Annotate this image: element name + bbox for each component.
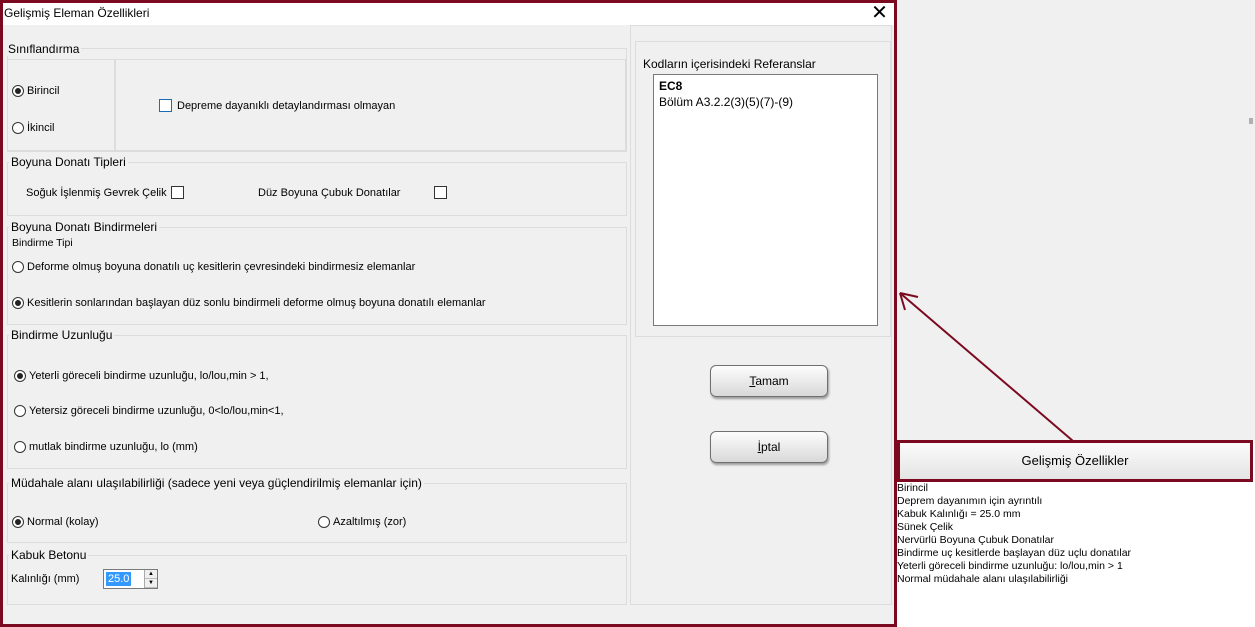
- accessibility-title: Müdahale alanı ulaşılabilirliği (sadece …: [9, 476, 424, 490]
- summary-line: Deprem dayanımın için ayrıntılı: [897, 495, 1043, 507]
- reference-section: Bölüm A3.2.2(3)(5)(7)-(9): [659, 95, 794, 109]
- radio-absolute-length[interactable]: mutlak bindirme uzunluğu, lo (mm): [14, 441, 198, 453]
- summary-line: Kabuk Kalınlığı = 25.0 mm: [897, 508, 1021, 520]
- radio-secondary-indicator[interactable]: [12, 122, 24, 134]
- summary-line: Yeterli göreceli bindirme uzunluğu: lo/l…: [897, 560, 1123, 572]
- radio-sufficient-length[interactable]: Yeterli göreceli bindirme uzunluğu, lo/l…: [14, 370, 269, 382]
- radio-splice-none[interactable]: Deforme olmuş boyuna donatılı uç kesitle…: [12, 261, 415, 273]
- radio-splice-straight[interactable]: Kesitlerin sonlarından başlayan düz sonl…: [12, 297, 486, 309]
- summary-line: Nervürlü Boyuna Çubuk Donatılar: [897, 534, 1054, 546]
- classification-title: Sınıflandırma: [6, 42, 82, 56]
- advanced-properties-panel: Gelişmiş Özellikler Birincil Deprem daya…: [897, 440, 1255, 627]
- reference-code: EC8: [659, 79, 683, 93]
- cold-worked-steel-label: Soğuk İşlenmiş Gevrek Çelik: [26, 187, 167, 199]
- cancel-button[interactable]: İptal: [710, 431, 828, 463]
- plain-bars-checkbox[interactable]: [434, 186, 447, 199]
- advanced-element-properties-dialog: Gelişmiş Eleman Özellikleri ✕ Sınıflandı…: [0, 0, 897, 627]
- cold-worked-steel-checkbox[interactable]: [171, 186, 184, 199]
- rebar-types-title: Boyuna Donatı Tipleri: [9, 155, 128, 169]
- radio-secondary-label: İkincil: [27, 122, 55, 134]
- summary-line: Sünek Çelik: [897, 521, 954, 533]
- dialog-titlebar: Gelişmiş Eleman Özellikleri ✕: [3, 3, 894, 25]
- close-button[interactable]: ✕: [865, 3, 894, 25]
- radio-absolute-length-label: mutlak bindirme uzunluğu, lo (mm): [29, 441, 198, 453]
- advanced-properties-summary: Birincil Deprem dayanımın için ayrıntılı…: [897, 482, 1253, 586]
- radio-access-normal-indicator[interactable]: [12, 516, 24, 528]
- non-seismic-detailing-checkbox[interactable]: [159, 99, 172, 112]
- radio-splice-none-label: Deforme olmuş boyuna donatılı uç kesitle…: [27, 261, 416, 273]
- radio-access-reduced-indicator[interactable]: [318, 516, 330, 528]
- references-listbox[interactable]: EC8 Bölüm A3.2.2(3)(5)(7)-(9): [653, 74, 878, 326]
- cover-title: Kabuk Betonu: [9, 548, 89, 562]
- cover-group: [7, 555, 627, 605]
- non-seismic-detailing-label: Depreme dayanıklı detaylandırması olmaya…: [177, 100, 396, 112]
- lap-length-title: Bindirme Uzunluğu: [9, 328, 115, 342]
- ok-button[interactable]: Tamam: [710, 365, 828, 397]
- radio-primary-indicator[interactable]: [12, 85, 24, 97]
- radio-sufficient-length-label: Yeterli göreceli bindirme uzunluğu, lo/l…: [29, 370, 269, 382]
- radio-primary-label: Birincil: [27, 85, 60, 97]
- radio-access-normal[interactable]: Normal (kolay): [12, 516, 99, 528]
- radio-access-reduced-label: Azaltılmış (zor): [333, 516, 407, 528]
- summary-line: Birincil: [897, 482, 928, 494]
- radio-insufficient-length-indicator[interactable]: [14, 405, 26, 417]
- splice-type-subtitle: Bindirme Tipi: [12, 237, 73, 249]
- radio-insufficient-length[interactable]: Yetersiz göreceli bindirme uzunluğu, 0<l…: [14, 405, 284, 417]
- radio-splice-straight-label: Kesitlerin sonlarından başlayan düz sonl…: [27, 297, 486, 309]
- radio-splice-straight-indicator[interactable]: [12, 297, 24, 309]
- radio-primary[interactable]: Birincil: [12, 85, 59, 97]
- lap-splices-title: Boyuna Donatı Bindirmeleri: [9, 220, 160, 234]
- radio-absolute-length-indicator[interactable]: [14, 441, 26, 453]
- summary-line: Bindirme uç kesitlerde başlayan düz uçlu…: [897, 547, 1132, 559]
- radio-access-reduced[interactable]: Azaltılmış (zor): [318, 516, 406, 528]
- radio-access-normal-label: Normal (kolay): [27, 516, 99, 528]
- summary-line: Normal müdahale alanı ulaşılabilirliği: [897, 573, 1068, 585]
- dialog-title: Gelişmiş Eleman Özellikleri: [4, 6, 150, 20]
- cover-thickness-stepper[interactable]: 25.0 ▲ ▼: [103, 569, 158, 589]
- plain-bars-label: Düz Boyuna Çubuk Donatılar: [258, 187, 401, 199]
- ok-button-label: amam: [755, 374, 789, 388]
- radio-insufficient-length-label: Yetersiz göreceli bindirme uzunluğu, 0<l…: [29, 405, 284, 417]
- radio-secondary[interactable]: İkincil: [12, 122, 55, 134]
- radio-splice-none-indicator[interactable]: [12, 261, 24, 273]
- lap-splices-group: [7, 227, 627, 325]
- accessibility-group: [7, 483, 627, 543]
- stepper-up-icon[interactable]: ▲: [145, 570, 157, 579]
- cover-thickness-label: Kalınlığı (mm): [11, 573, 80, 585]
- stepper-down-icon[interactable]: ▼: [145, 579, 157, 588]
- scrollbar-thumb[interactable]: [1249, 118, 1253, 124]
- cover-thickness-value[interactable]: 25.0: [106, 572, 132, 586]
- references-title: Kodların içerisindeki Referanslar: [641, 57, 818, 71]
- cancel-button-label: ptal: [760, 440, 781, 454]
- stepper-buttons: ▲ ▼: [144, 570, 157, 588]
- radio-sufficient-length-indicator[interactable]: [14, 370, 26, 382]
- classification-inner-left: [7, 59, 115, 151]
- advanced-properties-button[interactable]: Gelişmiş Özellikler: [897, 440, 1253, 482]
